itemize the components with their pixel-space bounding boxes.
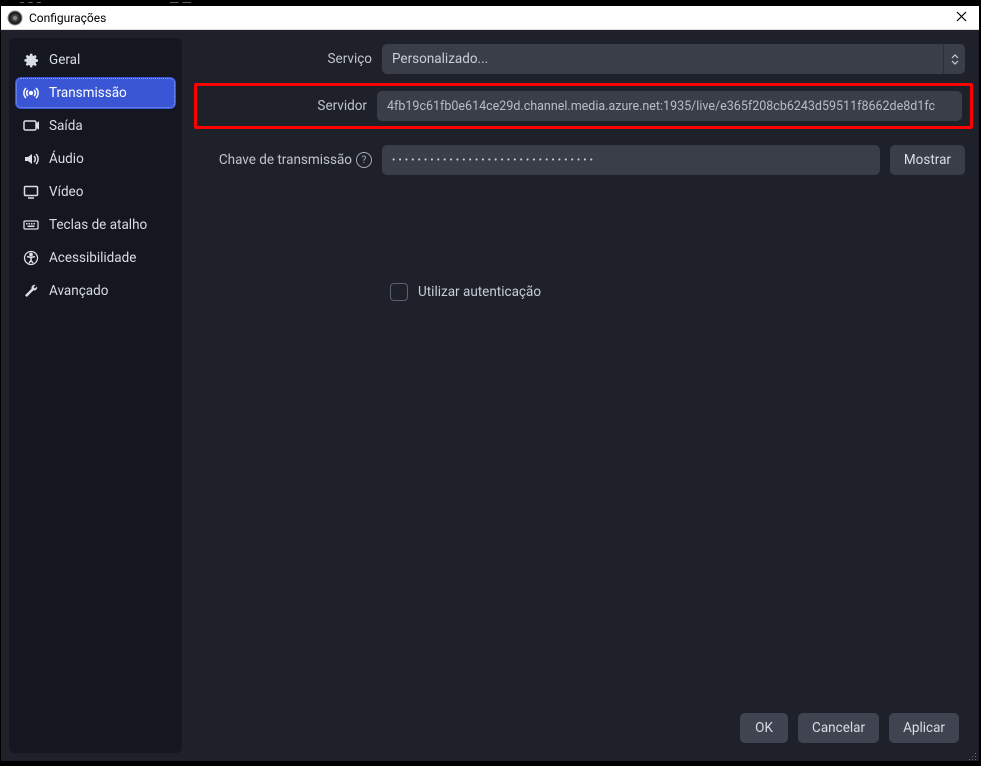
tools-icon [23, 283, 39, 299]
sidebar-item-stream[interactable]: Transmissão [15, 77, 176, 109]
settings-window: Configurações Geral Transmissão [1, 6, 979, 761]
server-label: Servidor [205, 98, 367, 114]
resize-grip[interactable] [965, 747, 977, 759]
gear-icon [23, 52, 39, 68]
ok-button[interactable]: OK [740, 713, 788, 743]
spin-buttons[interactable] [943, 44, 965, 74]
server-input[interactable]: 4fb19c61fb0e614ce29d.channel.media.azure… [377, 91, 962, 121]
service-value: Personalizado... [392, 51, 488, 67]
sidebar-item-label: Acessibilidade [49, 250, 136, 266]
sidebar-item-label: Transmissão [49, 85, 127, 101]
apply-button[interactable]: Aplicar [889, 713, 959, 743]
sidebar-item-hotkeys[interactable]: Teclas de atalho [15, 209, 176, 241]
keyboard-icon [23, 217, 39, 233]
sidebar-item-video[interactable]: Vídeo [15, 176, 176, 208]
sidebar-item-output[interactable]: Saída [15, 110, 176, 142]
speaker-icon [23, 151, 39, 167]
sidebar-item-label: Teclas de atalho [49, 217, 147, 233]
titlebar: Configurações [1, 6, 979, 30]
sidebar-item-general[interactable]: Geral [15, 44, 176, 76]
streamkey-row: Chave de transmissão ? •••••••••••••••••… [202, 145, 965, 175]
service-row: Serviço Personalizado... [202, 44, 965, 74]
server-value: 4fb19c61fb0e614ce29d.channel.media.azure… [387, 99, 935, 114]
sidebar-item-label: Vídeo [49, 184, 83, 200]
dialog-footer: OK Cancelar Aplicar [182, 703, 971, 753]
server-highlight: Servidor 4fb19c61fb0e614ce29d.channel.me… [194, 83, 973, 129]
stream-settings-form: Serviço Personalizado... Servidor 4fb19c… [182, 38, 971, 703]
cancel-button[interactable]: Cancelar [798, 713, 879, 743]
sidebar-item-label: Geral [49, 52, 80, 68]
accessibility-icon [23, 250, 39, 266]
output-icon [23, 118, 39, 134]
sidebar: Geral Transmissão Saída Áudio [9, 38, 182, 753]
streamkey-mask: •••••••••••••••••••••••••••••••• [392, 155, 596, 166]
streamkey-label-wrap: Chave de transmissão ? [202, 152, 372, 168]
antenna-icon [23, 85, 39, 101]
show-button[interactable]: Mostrar [890, 145, 965, 175]
chevron-down-icon [951, 60, 959, 65]
monitor-icon [23, 184, 39, 200]
streamkey-input[interactable]: •••••••••••••••••••••••••••••••• [382, 145, 880, 175]
auth-row: Utilizar autenticação [390, 283, 965, 301]
auth-label: Utilizar autenticação [418, 284, 541, 300]
chevron-up-icon [951, 54, 959, 59]
server-row: Servidor 4fb19c61fb0e614ce29d.channel.me… [205, 91, 962, 121]
sidebar-item-label: Saída [49, 118, 83, 134]
sidebar-item-accessibility[interactable]: Acessibilidade [15, 242, 176, 274]
help-icon[interactable]: ? [356, 152, 372, 168]
sidebar-item-label: Áudio [49, 151, 84, 167]
service-label: Serviço [202, 51, 372, 67]
auth-checkbox[interactable] [390, 283, 408, 301]
service-select[interactable]: Personalizado... [382, 44, 965, 74]
sidebar-item-label: Avançado [49, 283, 108, 299]
decorative-border-top: — — — —— —— [0, 0, 981, 5]
streamkey-label: Chave de transmissão [219, 152, 352, 168]
window-body: Geral Transmissão Saída Áudio [1, 30, 979, 761]
close-button[interactable] [949, 10, 973, 26]
window-title: Configurações [29, 11, 943, 25]
app-icon [7, 10, 23, 26]
sidebar-item-audio[interactable]: Áudio [15, 143, 176, 175]
sidebar-item-advanced[interactable]: Avançado [15, 275, 176, 307]
content-pane: Serviço Personalizado... Servidor 4fb19c… [182, 38, 971, 753]
